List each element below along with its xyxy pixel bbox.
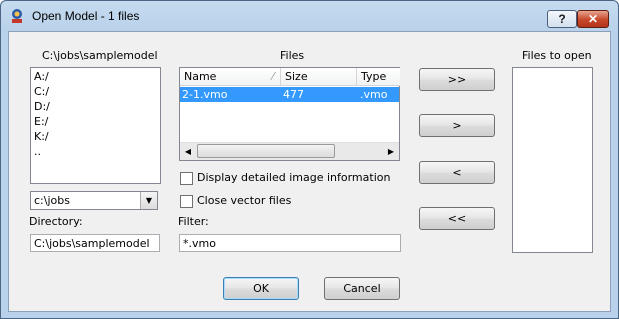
add-all-button[interactable]: >> xyxy=(419,68,495,91)
drive-item[interactable]: C:/ xyxy=(34,84,157,99)
help-button[interactable]: ? xyxy=(547,10,577,28)
close-button[interactable]: ✕ xyxy=(577,10,609,28)
close-vector-checkbox[interactable] xyxy=(180,195,193,208)
directory-label: Directory: xyxy=(29,215,83,228)
cancel-button[interactable]: Cancel xyxy=(324,277,400,300)
column-header-type[interactable]: Type xyxy=(357,68,400,86)
drive-item[interactable]: .. xyxy=(34,144,157,159)
ok-button[interactable]: OK xyxy=(223,277,299,300)
scroll-thumb[interactable] xyxy=(197,144,335,158)
horizontal-scrollbar[interactable]: ◀ ▶ xyxy=(180,142,399,160)
drive-combo[interactable]: c:\jobs ▼ xyxy=(30,191,158,210)
drive-list[interactable]: A:/ C:/ D:/ E:/ K:/ .. xyxy=(30,67,161,184)
filter-label: Filter: xyxy=(178,215,209,228)
file-list[interactable]: Name ⁄ Size Type 2-1.vmo 477 .vmo ◀ ▶ xyxy=(179,67,400,161)
files-to-open-label: Files to open xyxy=(522,49,592,62)
drive-item[interactable]: D:/ xyxy=(34,99,157,114)
close-vector-label: Close vector files xyxy=(197,194,292,207)
file-size-cell: 477 xyxy=(283,88,304,101)
column-header-size[interactable]: Size xyxy=(281,68,357,86)
directory-field[interactable]: C:\jobs\samplemodel xyxy=(30,234,160,252)
files-to-open-list[interactable] xyxy=(512,67,593,253)
window-title: Open Model - 1 files xyxy=(32,9,140,23)
sort-icon: ⁄ xyxy=(272,70,274,83)
file-type-cell: .vmo xyxy=(360,88,388,101)
drive-combo-value: c:\jobs xyxy=(34,194,70,207)
add-button[interactable]: > xyxy=(419,114,495,137)
dialog-body: C:\jobs\samplemodel A:/ C:/ D:/ E:/ K:/ … xyxy=(8,31,611,312)
column-header-name[interactable]: Name ⁄ xyxy=(180,68,281,86)
scroll-right-icon[interactable]: ▶ xyxy=(383,143,399,160)
title-bar[interactable]: Open Model - 1 files ? ✕ xyxy=(1,1,618,31)
detailed-info-checkbox[interactable] xyxy=(180,172,193,185)
open-model-dialog: Open Model - 1 files ? ✕ C:\jobs\samplem… xyxy=(0,0,619,319)
column-name-label: Name xyxy=(184,70,217,83)
scroll-left-icon[interactable]: ◀ xyxy=(180,143,196,160)
file-name-cell: 2-1.vmo xyxy=(182,88,228,101)
chevron-down-icon[interactable]: ▼ xyxy=(140,192,157,209)
table-row[interactable]: 2-1.vmo 477 .vmo xyxy=(180,87,399,102)
app-icon xyxy=(12,9,22,23)
drive-item[interactable]: A:/ xyxy=(34,69,157,84)
drive-item[interactable]: E:/ xyxy=(34,114,157,129)
drive-item[interactable]: K:/ xyxy=(34,129,157,144)
files-label: Files xyxy=(280,49,305,62)
current-path-label: C:\jobs\samplemodel xyxy=(42,49,158,62)
detailed-info-label: Display detailed image information xyxy=(197,171,391,184)
remove-button[interactable]: < xyxy=(419,161,495,184)
filter-field[interactable]: *.vmo xyxy=(179,234,401,252)
remove-all-button[interactable]: << xyxy=(419,207,495,230)
